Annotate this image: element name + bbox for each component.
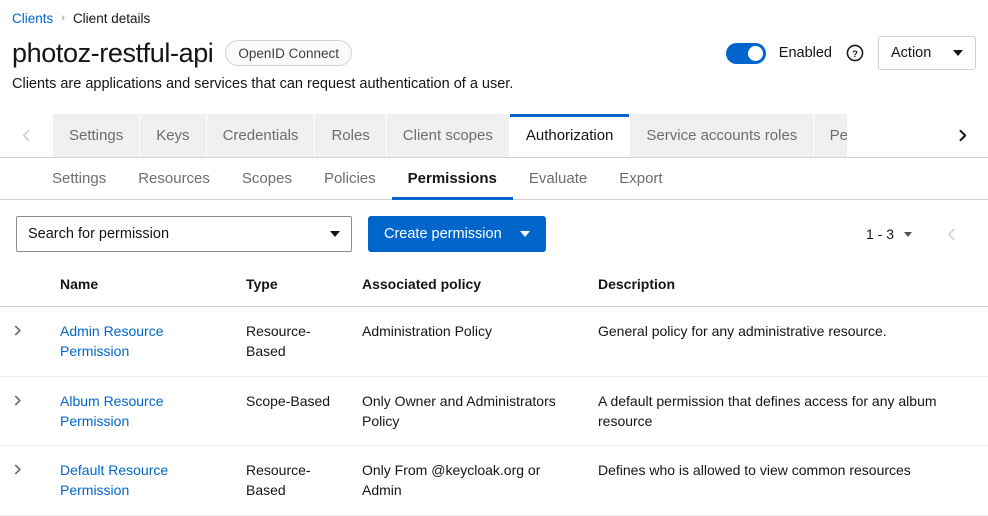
chevron-down-icon <box>953 50 963 56</box>
svg-text:?: ? <box>852 49 858 60</box>
page-title: photoz-restful-api <box>12 38 213 69</box>
cell-description: General policy for any administrative re… <box>590 307 988 377</box>
subtab-label: Export <box>619 170 662 187</box>
subtab-label: Policies <box>324 170 376 187</box>
table-row: Admin Resource Permission Resource-Based… <box>0 307 988 377</box>
row-expand-cell <box>0 307 52 377</box>
chevron-right-icon[interactable] <box>8 391 26 409</box>
column-type: Type <box>238 266 354 307</box>
cell-name: Admin Resource Permission <box>52 307 238 377</box>
table-row: Album Resource Permission Scope-Based On… <box>0 376 988 446</box>
table-header-row: Name Type Associated policy Description <box>0 266 988 307</box>
tab-client-scopes[interactable]: Client scopes <box>387 114 510 157</box>
tab-label: Keys <box>156 127 189 144</box>
tab-permissions-overflow[interactable]: Pe <box>814 114 848 157</box>
column-name: Name <box>52 266 238 307</box>
primary-tabs: Settings Keys Credentials Roles Client s… <box>0 114 988 158</box>
permissions-table: Name Type Associated policy Description … <box>0 266 988 516</box>
column-associated-policy: Associated policy <box>354 266 590 307</box>
question-circle-icon[interactable]: ? <box>845 43 865 63</box>
create-permission-label: Create permission <box>384 226 502 242</box>
cell-type: Resource-Based <box>238 307 354 377</box>
table-row: Default Resource Permission Resource-Bas… <box>0 446 988 516</box>
tab-label: Settings <box>69 127 123 144</box>
subtab-label: Resources <box>138 170 210 187</box>
pagination-dropdown-icon[interactable] <box>904 232 912 237</box>
row-expand-cell <box>0 446 52 516</box>
search-permission-select[interactable]: Search for permission <box>16 216 352 252</box>
cell-name: Default Resource Permission <box>52 446 238 516</box>
tabs-scroll-right-button[interactable] <box>936 114 988 157</box>
enabled-toggle-label: Enabled <box>779 45 832 61</box>
permission-link[interactable]: Default Resource Permission <box>60 462 168 498</box>
page-header: photoz-restful-api OpenID Connect Enable… <box>0 24 988 72</box>
table-header: Name Type Associated policy Description <box>0 266 988 307</box>
chevron-right-icon[interactable] <box>8 461 26 479</box>
row-expand-cell <box>0 376 52 446</box>
tab-authorization[interactable]: Authorization <box>510 114 631 157</box>
tab-keys[interactable]: Keys <box>140 114 206 157</box>
column-expand <box>0 266 52 307</box>
permission-link[interactable]: Album Resource Permission <box>60 393 164 429</box>
subtab-settings[interactable]: Settings <box>36 158 122 199</box>
table-toolbar: Search for permission Create permission … <box>0 200 988 266</box>
subtab-export[interactable]: Export <box>603 158 678 199</box>
cell-description: A default permission that defines access… <box>590 376 988 446</box>
tab-settings[interactable]: Settings <box>52 114 140 157</box>
breadcrumb-separator-icon: › <box>61 13 65 24</box>
cell-associated-policy: Administration Policy <box>354 307 590 377</box>
subtab-label: Scopes <box>242 170 292 187</box>
cell-associated-policy: Only Owner and Administrators Policy <box>354 376 590 446</box>
tab-label: Authorization <box>526 127 614 144</box>
tab-roles[interactable]: Roles <box>315 114 386 157</box>
action-dropdown-button[interactable]: Action <box>878 36 976 70</box>
subtab-label: Evaluate <box>529 170 587 187</box>
tab-label: Pe <box>830 127 848 144</box>
sub-tabs: Settings Resources Scopes Policies Permi… <box>0 158 988 200</box>
action-dropdown-label: Action <box>891 45 931 61</box>
column-description: Description <box>590 266 988 307</box>
subtab-label: Settings <box>52 170 106 187</box>
subtab-label: Permissions <box>408 170 497 187</box>
subtab-permissions[interactable]: Permissions <box>392 158 513 199</box>
table-body: Admin Resource Permission Resource-Based… <box>0 307 988 516</box>
tab-label: Client scopes <box>403 127 493 144</box>
search-permission-value: Search for permission <box>28 226 330 242</box>
chevron-down-icon <box>520 231 530 237</box>
tab-service-accounts-roles[interactable]: Service accounts roles <box>630 114 814 157</box>
tabs-scroll-left-button[interactable] <box>0 114 52 157</box>
pagination-prev-button[interactable] <box>934 217 968 251</box>
pagination-range: 1 - 3 <box>866 226 894 242</box>
create-permission-button[interactable]: Create permission <box>368 216 546 252</box>
subtab-scopes[interactable]: Scopes <box>226 158 308 199</box>
subtab-evaluate[interactable]: Evaluate <box>513 158 603 199</box>
pagination: 1 - 3 <box>866 217 976 251</box>
cell-description: Defines who is allowed to view common re… <box>590 446 988 516</box>
cell-type: Resource-Based <box>238 446 354 516</box>
enabled-toggle[interactable] <box>726 43 766 64</box>
protocol-badge: OpenID Connect <box>225 40 352 66</box>
tab-credentials[interactable]: Credentials <box>207 114 316 157</box>
cell-name: Album Resource Permission <box>52 376 238 446</box>
toggle-knob <box>748 46 763 61</box>
page-header-actions: Enabled ? Action <box>726 36 976 70</box>
cell-type: Scope-Based <box>238 376 354 446</box>
subtab-policies[interactable]: Policies <box>308 158 392 199</box>
subtab-resources[interactable]: Resources <box>122 158 226 199</box>
cell-associated-policy: Only From @keycloak.org or Admin <box>354 446 590 516</box>
primary-tabs-strip: Settings Keys Credentials Roles Client s… <box>52 114 936 157</box>
tab-label: Credentials <box>223 127 299 144</box>
chevron-right-icon[interactable] <box>8 322 26 340</box>
permission-link[interactable]: Admin Resource Permission <box>60 323 164 359</box>
tab-label: Roles <box>331 127 369 144</box>
tab-label: Service accounts roles <box>646 127 797 144</box>
chevron-down-icon <box>330 231 340 237</box>
